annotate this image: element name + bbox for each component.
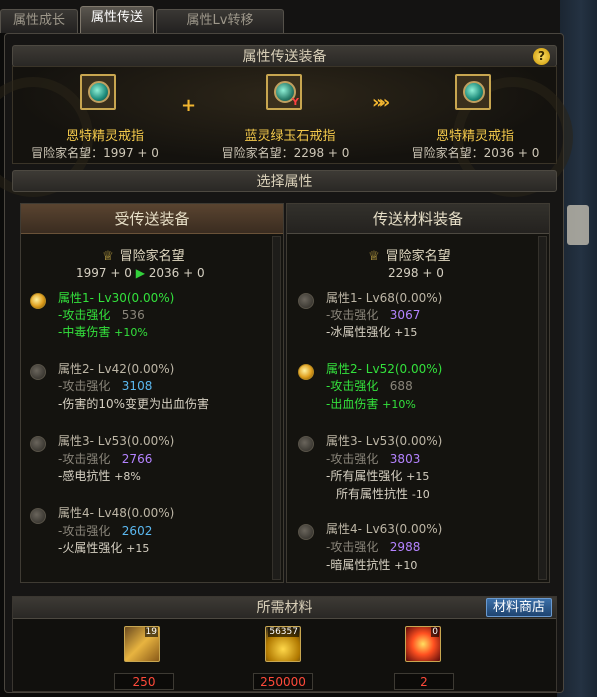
scrollbar[interactable] [272,236,281,580]
material-attribute-4-name: 属性4- Lv63(0.00%) [326,522,443,536]
material-attribute-2-stat-2: -出血伤害 +10% [326,397,416,411]
tab-bar: 属性成长 属性传送 属性Lv转移 [0,0,560,33]
material-attribute-2-radio[interactable] [298,364,314,380]
ring-icon [88,81,110,103]
equipment-title-bar: 属性传送装备 ? [12,45,557,67]
required-qty-2: 250000 [253,673,313,690]
target-ring-slot[interactable] [80,74,116,110]
ring-icon [463,81,485,103]
attribute-1-radio[interactable] [30,293,46,309]
attribute-2-stat-1: -攻击强化 3108 [58,379,153,393]
material-attribute-3-stat-1: -攻击强化 3803 [326,452,421,466]
target-panel-title: 受传送装备 [21,204,283,234]
attribute-1-stat-2: -中毒伤害 +10% [58,325,148,339]
attribute-2-radio[interactable] [30,364,46,380]
attribute-3-name: 属性3- Lv53(0.00%) [58,434,175,448]
material-item-fame: 冒险家名望：2298 + 0 [221,146,350,160]
material-attribute-4-radio[interactable] [298,524,314,540]
attribute-4-name: 属性4- Lv48(0.00%) [58,506,175,520]
owned-count: 0 [431,627,439,637]
material-attribute-3-stat-3: 所有属性抗性 -10 [336,487,430,501]
scrollbar[interactable] [538,236,547,580]
gold-bar-icon[interactable]: 19 [124,626,160,662]
material-attribute-1-stat-1: -攻击强化 3067 [326,308,421,322]
tab-attribute-transfer[interactable]: 属性传送 [80,6,154,33]
attribute-2-name: 属性2- Lv42(0.00%) [58,362,175,376]
item-tag: Y [291,97,299,108]
arrow-right-icon: ▶ [135,266,149,280]
materials-title: 所需材料 [13,597,556,619]
result-item-name: 恩特精灵戒指 [435,129,514,144]
material-attribute-1-name: 属性1- Lv68(0.00%) [326,291,443,305]
material-item-name: 蓝灵绿玉石戒指 [244,129,336,144]
attribute-3-stat-1: -攻击强化 2766 [58,452,153,466]
select-attribute-title: 选择属性 [256,174,313,190]
material-attribute-2-stat-1: -攻击强化 688 [326,379,413,393]
material-attribute-3-radio[interactable] [298,436,314,452]
target-item-fame: 冒险家名望：1997 + 0 [31,146,159,160]
attribute-4-stat-2: -火属性强化 +15 [58,541,150,555]
help-button[interactable]: ? [533,48,550,65]
required-qty-1: 250 [114,673,174,690]
fame-value: 2298 + 0 [388,266,444,280]
attribute-1-name: 属性1- Lv30(0.00%) [58,291,175,305]
target-item-name: 恩特精灵戒指 [65,129,144,144]
crest-icon: ♕ [368,249,380,264]
material-ring-slot[interactable]: Y [266,74,302,110]
red-crystal-icon[interactable]: 0 [405,626,441,662]
tab-attribute-growth[interactable]: 属性成长 [0,9,78,33]
material-attribute-4-stat-1: -攻击强化 2988 [326,540,421,554]
result-ring-slot[interactable] [455,74,491,110]
crest-icon: ♕ [102,249,114,264]
attribute-1-stat-1: -攻击强化 536 [58,308,145,322]
required-qty-3: 2 [394,673,454,690]
tab-attribute-level-transfer[interactable]: 属性Lv转移 [156,9,284,33]
select-attribute-bar: 选择属性 [12,170,557,192]
material-attribute-3-stat-2: -所有属性强化 +15 [326,469,430,483]
attribute-2-stat-2: -伤害的10%变更为出血伤害 [58,397,210,411]
result-item-fame: 冒险家名望：2036 + 0 [411,146,540,160]
material-attribute-4-stat-2: -暗属性抗性 +10 [326,558,418,572]
attribute-3-radio[interactable] [30,436,46,452]
page-title: 属性传送装备 [242,49,327,65]
material-attribute-1-stat-2: -冰属性强化 +15 [326,325,418,339]
attribute-3-stat-2: -感电抗性 +8% [58,469,141,483]
material-shop-button[interactable]: 材料商店 [485,598,552,617]
material-attribute-1-radio[interactable] [298,293,314,309]
fame-label: ♕ 冒险家名望 [102,249,185,264]
owned-count: 19 [144,627,158,637]
fame-label: ♕ 冒险家名望 [368,249,451,264]
fame-values: 1997 + 0 ▶ 2036 + 0 [76,266,205,280]
arrow-right-icon: »» [372,92,390,113]
material-attribute-3-name: 属性3- Lv53(0.00%) [326,434,443,448]
material-panel-title: 传送材料装备 [287,204,549,234]
owned-count: 56357 [268,627,299,637]
gold-coins-icon[interactable]: 56357 [265,626,301,662]
attribute-4-radio[interactable] [30,508,46,524]
attribute-4-stat-1: -攻击强化 2602 [58,524,153,538]
material-attribute-2-name: 属性2- Lv52(0.00%) [326,362,443,376]
plus-icon: + [181,95,197,116]
